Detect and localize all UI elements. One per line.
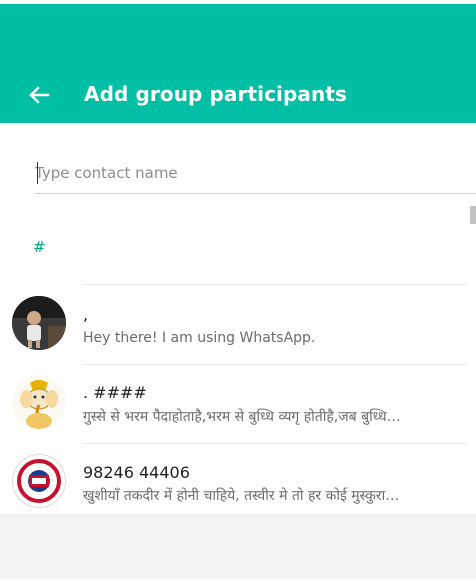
page-title: Add group participants xyxy=(84,82,348,106)
arrow-left-icon xyxy=(29,86,50,104)
bamdev-xerox-logo-avatar-icon xyxy=(15,457,63,505)
contact-row[interactable]: 98246 44406 खुशीयाँ तकदीर में होनी चाहिय… xyxy=(0,444,476,522)
avatar xyxy=(12,454,66,508)
contact-name: . #### xyxy=(83,383,147,402)
contact-status: Hey there! I am using WhatsApp. xyxy=(83,330,316,346)
section-header-letter: # xyxy=(33,238,46,256)
avatar xyxy=(12,375,66,429)
contact-name: , xyxy=(83,305,89,324)
contact-status: गुस्से से भरम पैदाहोताहै,भरम से बुध्धि व… xyxy=(83,409,401,425)
contact-row[interactable]: . #### गुस्से से भरम पैदाहोताहै,भरम से ब… xyxy=(0,365,476,443)
avatar xyxy=(12,296,66,350)
text-caret xyxy=(37,162,38,184)
ganesha-avatar-icon xyxy=(12,375,66,429)
search-field[interactable] xyxy=(35,158,476,194)
back-button[interactable] xyxy=(22,78,56,112)
app-header: Add group participants xyxy=(0,0,476,123)
section-divider xyxy=(83,284,468,285)
scrollbar-thumb[interactable] xyxy=(470,206,476,224)
child-photo-avatar-icon xyxy=(12,296,66,350)
contact-name: 98246 44406 xyxy=(83,463,190,482)
contact-row[interactable]: , Hey there! I am using WhatsApp. xyxy=(0,286,476,364)
contact-status: खुशीयाँ तकदीर में होनी चाहिये, तस्वीर मे… xyxy=(83,488,400,504)
search-input[interactable] xyxy=(35,158,455,188)
footer-panel xyxy=(0,514,476,580)
